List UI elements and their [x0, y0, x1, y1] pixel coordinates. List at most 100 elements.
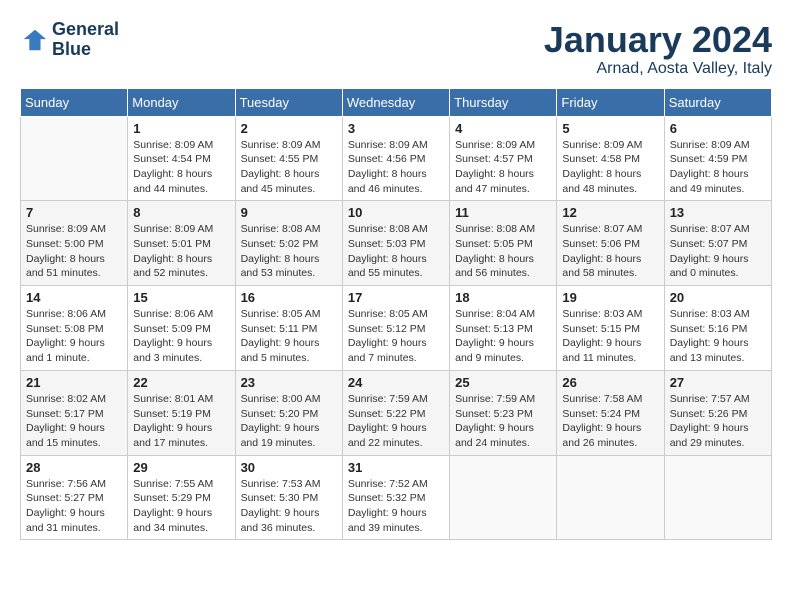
- day-number: 31: [348, 460, 444, 475]
- day-number: 30: [241, 460, 337, 475]
- calendar-cell: 2 Sunrise: 8:09 AMSunset: 4:55 PMDaylight…: [235, 116, 342, 201]
- week-row-5: 28 Sunrise: 7:56 AMSunset: 5:27 PMDayligh…: [21, 455, 772, 540]
- calendar-cell: 22 Sunrise: 8:01 AMSunset: 5:19 PMDayligh…: [128, 370, 235, 455]
- day-number: 29: [133, 460, 229, 475]
- weekday-header-sunday: Sunday: [21, 88, 128, 116]
- day-number: 5: [562, 121, 658, 136]
- day-number: 26: [562, 375, 658, 390]
- day-number: 15: [133, 290, 229, 305]
- day-number: 18: [455, 290, 551, 305]
- page-header: General Blue January 2024 Arnad, Aosta V…: [20, 20, 772, 78]
- day-number: 12: [562, 205, 658, 220]
- calendar-cell: 11Sunrise: 8:08 AMSunset: 5:05 PMDayligh…: [450, 201, 557, 286]
- title-block: January 2024 Arnad, Aosta Valley, Italy: [544, 20, 772, 78]
- calendar-cell: 18 Sunrise: 8:04 AMSunset: 5:13 PMDayligh…: [450, 286, 557, 371]
- calendar-cell: 14 Sunrise: 8:06 AMSunset: 5:08 PMDayligh…: [21, 286, 128, 371]
- day-info: Sunrise: 8:08 AMSunset: 5:02 PMDaylight:…: [241, 222, 337, 281]
- day-info: Sunrise: 8:05 AMSunset: 5:12 PMDaylight:…: [348, 307, 444, 366]
- day-info: Sunrise: 8:04 AMSunset: 5:13 PMDaylight:…: [455, 307, 551, 366]
- calendar-cell: 21Sunrise: 8:02 AMSunset: 5:17 PMDayligh…: [21, 370, 128, 455]
- logo-text: General Blue: [52, 20, 119, 60]
- day-info: Sunrise: 8:01 AMSunset: 5:19 PMDaylight:…: [133, 392, 229, 451]
- calendar-cell: [450, 455, 557, 540]
- weekday-header-saturday: Saturday: [664, 88, 771, 116]
- weekday-header-tuesday: Tuesday: [235, 88, 342, 116]
- calendar-cell: 7Sunrise: 8:09 AMSunset: 5:00 PMDaylight…: [21, 201, 128, 286]
- calendar-cell: 24 Sunrise: 7:59 AMSunset: 5:22 PMDayligh…: [342, 370, 449, 455]
- day-number: 7: [26, 205, 122, 220]
- calendar-cell: 17 Sunrise: 8:05 AMSunset: 5:12 PMDayligh…: [342, 286, 449, 371]
- day-info: Sunrise: 7:59 AMSunset: 5:22 PMDaylight:…: [348, 392, 444, 451]
- day-info: Sunrise: 8:08 AMSunset: 5:03 PMDaylight:…: [348, 222, 444, 281]
- calendar-cell: [557, 455, 664, 540]
- day-number: 23: [241, 375, 337, 390]
- logo: General Blue: [20, 20, 119, 60]
- calendar-cell: 26 Sunrise: 7:58 AMSunset: 5:24 PMDayligh…: [557, 370, 664, 455]
- day-number: 24: [348, 375, 444, 390]
- calendar-cell: 25Sunrise: 7:59 AMSunset: 5:23 PMDayligh…: [450, 370, 557, 455]
- day-number: 20: [670, 290, 766, 305]
- weekday-header-monday: Monday: [128, 88, 235, 116]
- calendar-table: SundayMondayTuesdayWednesdayThursdayFrid…: [20, 88, 772, 541]
- weekday-header-row: SundayMondayTuesdayWednesdayThursdayFrid…: [21, 88, 772, 116]
- day-info: Sunrise: 8:06 AMSunset: 5:08 PMDaylight:…: [26, 307, 122, 366]
- calendar-cell: 29 Sunrise: 7:55 AMSunset: 5:29 PMDayligh…: [128, 455, 235, 540]
- calendar-cell: 3Sunrise: 8:09 AMSunset: 4:56 PMDaylight…: [342, 116, 449, 201]
- day-info: Sunrise: 8:09 AMSunset: 4:57 PMDaylight:…: [455, 138, 551, 197]
- day-number: 1: [133, 121, 229, 136]
- day-number: 14: [26, 290, 122, 305]
- calendar-cell: 12 Sunrise: 8:07 AMSunset: 5:06 PMDayligh…: [557, 201, 664, 286]
- day-info: Sunrise: 8:07 AMSunset: 5:06 PMDaylight:…: [562, 222, 658, 281]
- day-info: Sunrise: 8:00 AMSunset: 5:20 PMDaylight:…: [241, 392, 337, 451]
- location-title: Arnad, Aosta Valley, Italy: [544, 60, 772, 78]
- weekday-header-wednesday: Wednesday: [342, 88, 449, 116]
- day-number: 28: [26, 460, 122, 475]
- calendar-cell: 9 Sunrise: 8:08 AMSunset: 5:02 PMDaylight…: [235, 201, 342, 286]
- day-info: Sunrise: 8:08 AMSunset: 5:05 PMDaylight:…: [455, 222, 551, 281]
- calendar-cell: 6 Sunrise: 8:09 AMSunset: 4:59 PMDaylight…: [664, 116, 771, 201]
- calendar-cell: 23 Sunrise: 8:00 AMSunset: 5:20 PMDayligh…: [235, 370, 342, 455]
- calendar-cell: 28 Sunrise: 7:56 AMSunset: 5:27 PMDayligh…: [21, 455, 128, 540]
- day-info: Sunrise: 7:55 AMSunset: 5:29 PMDaylight:…: [133, 477, 229, 536]
- calendar-cell: 30 Sunrise: 7:53 AMSunset: 5:30 PMDayligh…: [235, 455, 342, 540]
- calendar-cell: [21, 116, 128, 201]
- day-info: Sunrise: 8:07 AMSunset: 5:07 PMDaylight:…: [670, 222, 766, 281]
- day-number: 22: [133, 375, 229, 390]
- day-info: Sunrise: 8:09 AMSunset: 4:55 PMDaylight:…: [241, 138, 337, 197]
- weekday-header-friday: Friday: [557, 88, 664, 116]
- day-number: 17: [348, 290, 444, 305]
- calendar-cell: 1 Sunrise: 8:09 AMSunset: 4:54 PMDaylight…: [128, 116, 235, 201]
- day-info: Sunrise: 8:09 AMSunset: 4:59 PMDaylight:…: [670, 138, 766, 197]
- day-number: 2: [241, 121, 337, 136]
- day-number: 6: [670, 121, 766, 136]
- day-info: Sunrise: 7:52 AMSunset: 5:32 PMDaylight:…: [348, 477, 444, 536]
- day-info: Sunrise: 7:58 AMSunset: 5:24 PMDaylight:…: [562, 392, 658, 451]
- calendar-cell: 19Sunrise: 8:03 AMSunset: 5:15 PMDayligh…: [557, 286, 664, 371]
- calendar-cell: 20 Sunrise: 8:03 AMSunset: 5:16 PMDayligh…: [664, 286, 771, 371]
- day-info: Sunrise: 8:02 AMSunset: 5:17 PMDaylight:…: [26, 392, 122, 451]
- week-row-4: 21Sunrise: 8:02 AMSunset: 5:17 PMDayligh…: [21, 370, 772, 455]
- day-info: Sunrise: 7:56 AMSunset: 5:27 PMDaylight:…: [26, 477, 122, 536]
- day-number: 4: [455, 121, 551, 136]
- day-info: Sunrise: 7:59 AMSunset: 5:23 PMDaylight:…: [455, 392, 551, 451]
- day-number: 8: [133, 205, 229, 220]
- day-info: Sunrise: 7:57 AMSunset: 5:26 PMDaylight:…: [670, 392, 766, 451]
- day-number: 27: [670, 375, 766, 390]
- day-info: Sunrise: 8:09 AMSunset: 4:54 PMDaylight:…: [133, 138, 229, 197]
- day-number: 9: [241, 205, 337, 220]
- day-info: Sunrise: 8:09 AMSunset: 4:58 PMDaylight:…: [562, 138, 658, 197]
- day-number: 3: [348, 121, 444, 136]
- weekday-header-thursday: Thursday: [450, 88, 557, 116]
- day-info: Sunrise: 8:09 AMSunset: 5:01 PMDaylight:…: [133, 222, 229, 281]
- day-number: 19: [562, 290, 658, 305]
- day-number: 10: [348, 205, 444, 220]
- calendar-cell: 10 Sunrise: 8:08 AMSunset: 5:03 PMDayligh…: [342, 201, 449, 286]
- logo-icon: [20, 26, 48, 54]
- day-info: Sunrise: 8:06 AMSunset: 5:09 PMDaylight:…: [133, 307, 229, 366]
- day-info: Sunrise: 8:03 AMSunset: 5:16 PMDaylight:…: [670, 307, 766, 366]
- week-row-1: 1 Sunrise: 8:09 AMSunset: 4:54 PMDaylight…: [21, 116, 772, 201]
- calendar-cell: 4 Sunrise: 8:09 AMSunset: 4:57 PMDaylight…: [450, 116, 557, 201]
- calendar-cell: 15 Sunrise: 8:06 AMSunset: 5:09 PMDayligh…: [128, 286, 235, 371]
- calendar-cell: [664, 455, 771, 540]
- day-info: Sunrise: 7:53 AMSunset: 5:30 PMDaylight:…: [241, 477, 337, 536]
